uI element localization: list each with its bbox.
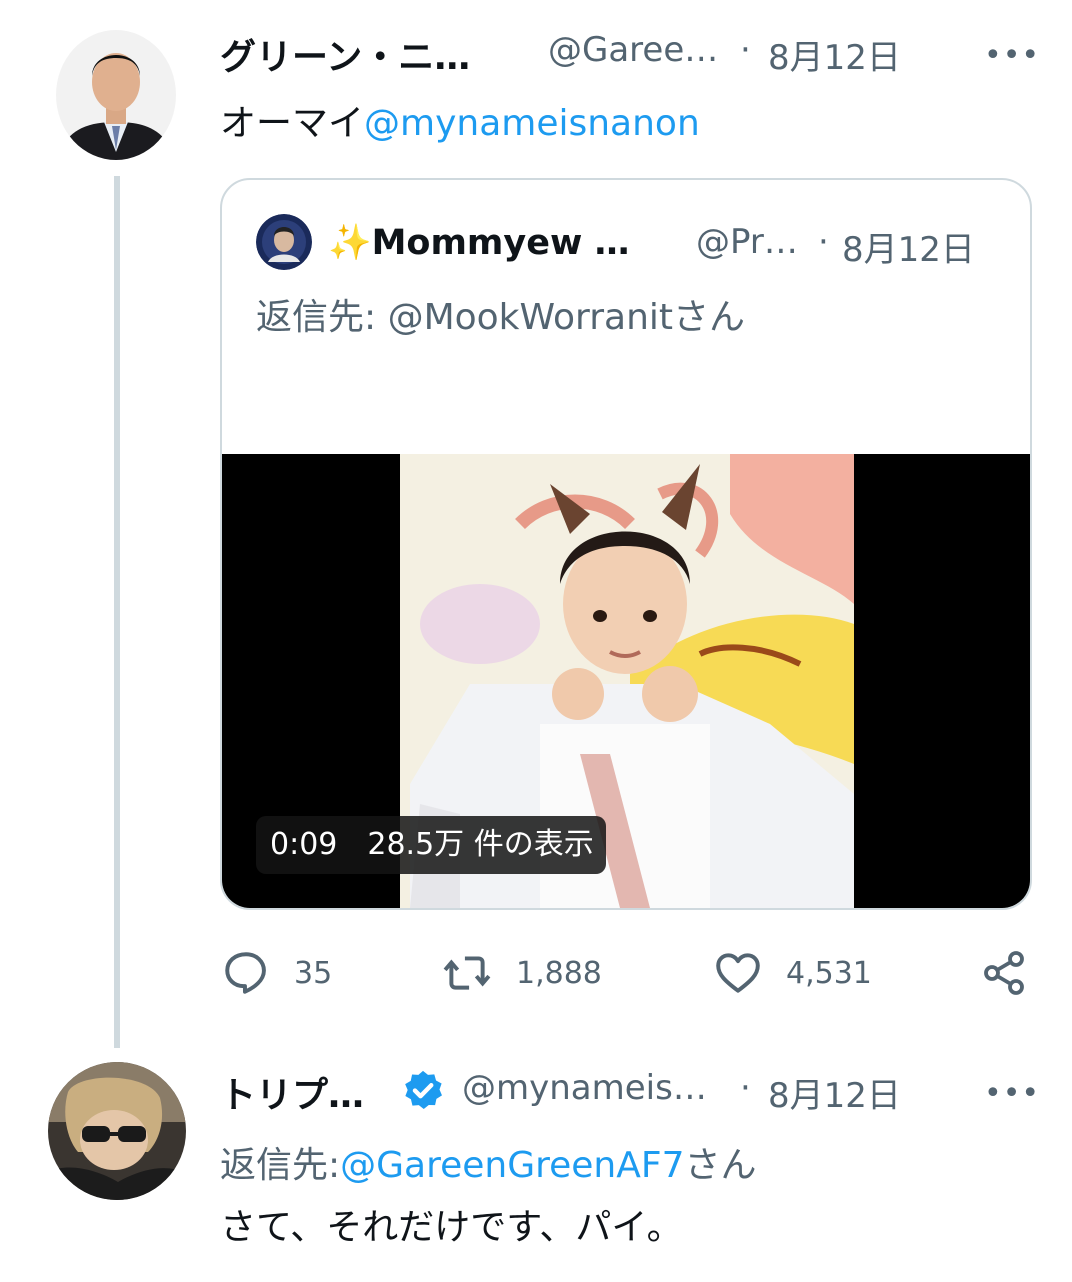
avatar[interactable] (48, 1062, 186, 1200)
retweet-action[interactable]: 1,888 (440, 948, 602, 998)
avatar-photo-circle (256, 214, 312, 270)
quoted-tweet-card[interactable]: ✨Mommyew … @Pr… · 8月12日 返信先: @MookWorran… (220, 178, 1032, 910)
author-name[interactable]: グリーン・ニ… (220, 28, 470, 80)
reply-label: 返信先: (220, 1145, 341, 1186)
quote-date[interactable]: 8月12日 (842, 222, 975, 271)
tweet-date[interactable]: 8月12日 (768, 30, 901, 79)
share-icon (984, 951, 1024, 995)
quote-reply-context: 返信先: @MookWorranitさん (256, 288, 745, 340)
tweet-text: オーマイ@mynameisnanon (220, 94, 700, 146)
share-action[interactable] (980, 948, 1050, 998)
thread-line (114, 176, 120, 1048)
reply-context: 返信先:@GareenGreenAF7さん (220, 1136, 757, 1188)
like-action[interactable]: 4,531 (712, 948, 872, 998)
reply-label: 返信先: @MookWorranit (256, 297, 674, 338)
retweet-icon (443, 956, 491, 990)
quote-avatar[interactable] (256, 214, 312, 270)
video-duration: 0:09 (270, 827, 338, 862)
quote-author-name[interactable]: ✨Mommyew … (328, 222, 629, 263)
reply-suffix: さん (673, 297, 746, 338)
separator-dot: · (740, 30, 751, 70)
reply-suffix: さん (684, 1145, 757, 1186)
more-options-icon[interactable]: ••• (984, 1076, 1040, 1111)
author-name[interactable]: トリプ… (220, 1066, 364, 1118)
avatar-photo-person (48, 1062, 186, 1200)
heart-icon (716, 953, 760, 993)
video-views: 28.5万 件の表示 (367, 827, 594, 862)
mention-link[interactable]: @mynameisnanon (364, 103, 700, 144)
video-player[interactable]: 0:09 28.5万 件の表示 (222, 454, 1030, 908)
author-handle[interactable]: @mynameis… (462, 1068, 707, 1108)
avatar[interactable] (56, 30, 176, 160)
verified-badge-icon (400, 1068, 446, 1118)
tweet-date[interactable]: 8月12日 (768, 1068, 901, 1117)
like-count: 4,531 (786, 955, 872, 991)
tweet-text: さて、それだけです、パイ。 (220, 1207, 683, 1248)
author-handle[interactable]: @Garee… (548, 30, 718, 70)
reply-icon (225, 952, 266, 994)
reply-action[interactable]: 35 (220, 948, 332, 998)
separator-dot: · (818, 222, 829, 262)
quote-author-handle[interactable]: @Pr… (696, 222, 798, 262)
retweet-count: 1,888 (516, 955, 602, 991)
video-info-badge: 0:09 28.5万 件の表示 (256, 816, 606, 874)
tweet-text-body: オーマイ (220, 103, 365, 144)
more-options-icon[interactable]: ••• (984, 38, 1040, 73)
reply-count: 35 (294, 955, 333, 991)
reply-mention-link[interactable]: @GareenGreenAF7 (340, 1145, 684, 1186)
separator-dot: · (740, 1068, 751, 1108)
avatar-photo-man (56, 30, 176, 160)
